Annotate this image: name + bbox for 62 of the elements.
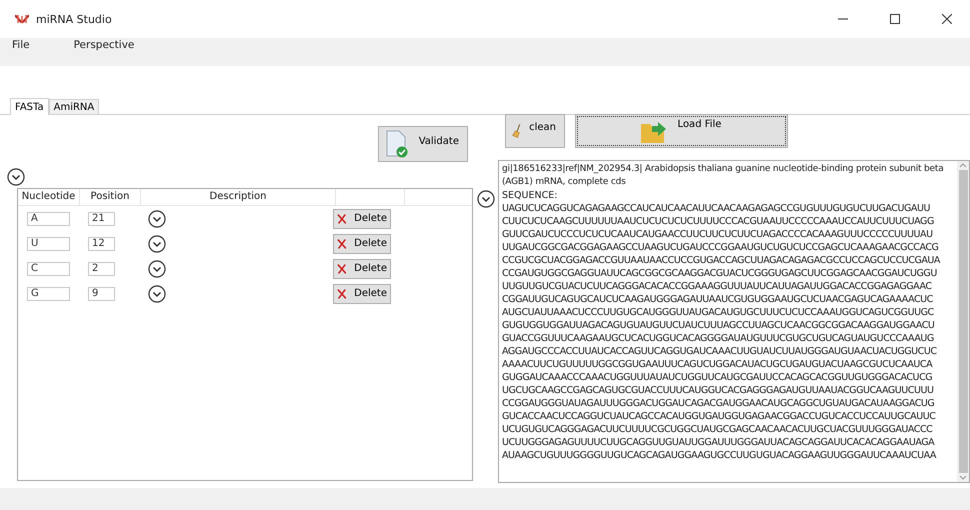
sequence-line: GUGGAUCAAACCCAAACUGGUUUAUAUCUGGUUCAUGCGAUUCCACAGCACGGUUGUGGGACACUCG <box>502 371 934 384</box>
delete-icon <box>337 212 346 226</box>
delete-button[interactable]: Delete <box>333 258 391 278</box>
sequence-line: UUGUUGUCGUACUCUUCAGGGACACACCGGAAAGGUUUAUUCAUUAGAUUGGACACCGGAGAGGAAC <box>502 280 933 293</box>
delete-icon <box>337 286 346 300</box>
load-file-button[interactable]: Load File <box>575 114 788 148</box>
nucleotide-field[interactable]: C <box>27 262 70 276</box>
sequence-header: gi|186516233|ref|NM_202954.3| Arabidopsis thaliana guanine nucleotide-binding protein subunit beta (AGB1) mRNA, complete cds <box>502 163 945 189</box>
delete-icon <box>337 236 346 250</box>
sequence-line: CCGUCGCUACGGAGACCGUUAAUAACCUCCGUGACCAGCUUAGACAGAGACGCCUCCAGCUCCUCGAUA <box>502 254 942 267</box>
nucleotide-field[interactable]: U <box>27 236 70 250</box>
expand-button[interactable] <box>148 260 166 278</box>
tab[interactable]: FASTa <box>10 98 49 115</box>
sequence-line: UCUGUGUCAGGGAGACUUCUUUUCGCUGGCUAUGCGAGCAACAACACUUGCUACGUUUGGGAUACCC <box>502 423 934 436</box>
sequence-line: CCGGAUGGGUAUAGAUUUGGGACUGGAUCAGACGAUGGAACAUGCAGGCUGUAUGACAUAAGGACUG <box>502 397 936 410</box>
sequence-line: CUUCUCUCAAGCUUUUUUAAUCUCUCUCUCUUUUCCCACGUAAUUCCCCCAAAUCCAUUCUUUCUAGG <box>502 215 935 228</box>
expand-button[interactable] <box>477 190 495 208</box>
sequence-line: UUGAUCGGCGACGGAGAAGCCUAAGUCUGAUCCCGGAAUGUCUGUCUCCGAGCUCAAAGAACGCCACG <box>502 241 940 254</box>
scrollbar[interactable] <box>957 161 969 482</box>
maximize-icon <box>890 14 900 24</box>
delete-button[interactable]: Delete <box>333 284 391 304</box>
sequence-line: CGGAUUGUCAGUGCAUCUCAAGAUGGGAGAUUAAUCGUGUGGAAUGCUCUAACGAGUCAGAAAACUC <box>502 293 934 306</box>
close-icon <box>942 14 952 24</box>
sequence-label: SEQUENCE: <box>502 189 558 202</box>
scroll-up-icon <box>959 161 967 169</box>
delete-button[interactable]: Delete <box>333 234 391 254</box>
sequence-line: GUGUGGUGGAUUAGACAGUGUAUGUUCUAUCUUUAGCCUUAGCUCAACGGCGGACAAGGAUGGAACU <box>502 319 936 332</box>
sequence-line: AUAAGCUGUUUGGGGUUGUCAGCAGAUGGAAGUGCCUUGUGUACAGGAAGUUGGGAUUCAAAUCUAA <box>502 449 938 462</box>
expand-button[interactable] <box>7 168 25 186</box>
validate-button[interactable]: Validate <box>378 126 468 162</box>
sequence-line: AAAACUUCUGUUUUUGGCGGUGAAUUUCAGUCUGGACAUACUGCUGAUGUACUAAGCGUCUCAAUCA <box>502 358 934 371</box>
sequence-line: GUUCGAUCUCCCUCUCUCAAUCAUGAACCUUCUUCUCUUCUAGACCCCACAAAGUUUCCCCCUUUUAU <box>502 228 934 241</box>
delete-icon <box>337 262 346 276</box>
expand-button[interactable] <box>148 234 166 252</box>
document-check-icon <box>384 130 409 158</box>
position-field[interactable]: 21 <box>88 212 115 226</box>
position-field[interactable]: 9 <box>88 286 115 300</box>
column-header: Description <box>141 189 336 205</box>
position-field[interactable]: 2 <box>88 262 115 276</box>
delete-button[interactable]: Delete <box>333 208 391 228</box>
sequence-line: UAGUCUCAGGUCAGAGAAGCCAUCAUCAACAUUCAACAAGAGAGCCGUGUUUGUGUCUUGACUGAUU <box>502 202 931 215</box>
scroll-down-icon <box>959 474 967 482</box>
nucleotide-field[interactable]: G <box>27 286 70 300</box>
window-title: miRNA Studio <box>36 12 113 26</box>
sequence-line: GUACCGGUUUCAAGAAUGCUCACUGGUCACAGGGGAUAUGUUUCGUGCUGUCAGUAUGUCCCAAAUG <box>502 332 935 345</box>
sequence-line: AGGAUGCCCACCUUAUCACCAGUUCAGGUGAUCAAACUUGUAUCUUAUGGGAUGUAACUACUGGUCUC <box>502 345 938 358</box>
sequence-line: AUGCUAUUAAACUCCCUUGUGCAUGGGUUAUGACAUGUGCUUUCUCUCCAAAUGGUCAGUCGGUUGC <box>502 306 935 319</box>
expand-button[interactable] <box>148 284 166 302</box>
tab[interactable]: AmiRNA <box>48 99 100 114</box>
sequence-line: UGCUGCAAGCCGAGCAGUGCGUACCUUUCAUGGUCACGAGGGAGAUGUUAAUACGGUCAAGUUCUUU <box>502 384 934 397</box>
sequence-line: CCGAUGUGGCGAGGUAUUCAGCGGCGCAAGGACGUACUCGGGUGAGCUUCGGAGCAACGGAUCUGGU <box>502 267 938 280</box>
column-header: Position <box>80 189 141 205</box>
sequence-line: GUCACCAACUCCAGGUCUAUCAGCCACAUGGUGAUGGUGAGAACGGACCUGUCACCUCCAUUGCAUUC <box>502 410 936 423</box>
menu-item[interactable]: File <box>12 38 30 51</box>
position-field[interactable]: 12 <box>88 236 115 250</box>
column-header: Nucleotide <box>18 189 80 205</box>
nucleotide-field[interactable]: A <box>27 212 70 226</box>
expand-button[interactable] <box>148 210 166 228</box>
sequence-line: UCUUGGGAGAGUUUUCUUGCAGGUUGUAUUGGAUUUGGGAUUACAGCAGGAUUCACACAGGAAUAGA <box>502 436 936 449</box>
clean-button[interactable]: clean <box>505 114 565 148</box>
menu-item[interactable]: Perspective <box>74 38 134 51</box>
app-logo-icon <box>14 13 30 25</box>
